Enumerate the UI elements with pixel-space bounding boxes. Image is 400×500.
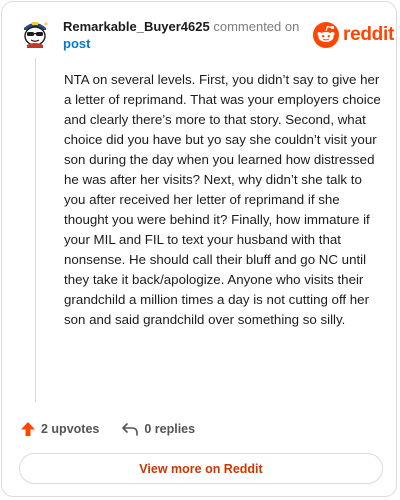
- reddit-brand[interactable]: reddit: [313, 22, 394, 48]
- upvote-arrow-icon: [21, 422, 35, 436]
- user-avatar[interactable]: [19, 16, 51, 48]
- reply-button[interactable]: 0 replies: [121, 421, 195, 437]
- reddit-wordmark: reddit: [343, 24, 394, 45]
- comment-body: NTA on several levels. First, you didn’t…: [64, 72, 381, 327]
- username[interactable]: Remarkable_Buyer4625: [63, 19, 210, 34]
- upvote-button[interactable]: 2 upvotes: [20, 421, 99, 437]
- reply-count: 0 replies: [144, 422, 196, 436]
- post-link[interactable]: post: [63, 36, 90, 51]
- avatar-icon: [24, 22, 48, 48]
- comment-card: Remarkable_Buyer4625 commented on post r…: [1, 1, 397, 497]
- view-more-button[interactable]: View more on Reddit: [19, 453, 383, 484]
- reply-arrow-icon: [122, 423, 139, 436]
- commented-on-label: commented on: [213, 19, 300, 34]
- upvote-count: 2 upvotes: [41, 422, 100, 436]
- comment-actions: 2 upvotes 0 replies: [20, 420, 195, 438]
- comment-header: Remarkable_Buyer4625 commented on post: [63, 18, 303, 52]
- reddit-logo-icon: [313, 22, 339, 48]
- thread-line: [35, 58, 36, 402]
